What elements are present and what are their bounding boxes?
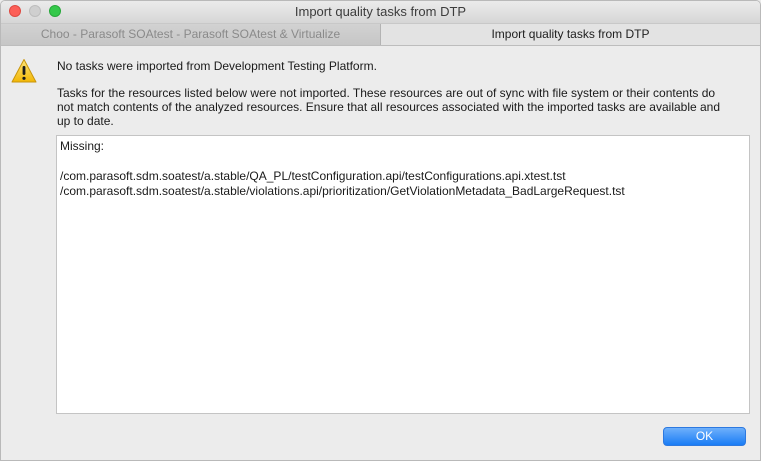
tab-import-quality-tasks[interactable]: Import quality tasks from DTP (381, 24, 760, 45)
missing-resource-path: /com.parasoft.sdm.soatest/a.stable/viola… (60, 184, 625, 198)
missing-label: Missing: (60, 139, 105, 153)
title-bar: Import quality tasks from DTP (1, 1, 760, 24)
missing-resource-path: /com.parasoft.sdm.soatest/a.stable/QA_PL… (60, 169, 566, 183)
dialog-details: Tasks for the resources listed below wer… (57, 86, 721, 128)
dialog-message: No tasks were imported from Development … (57, 59, 377, 73)
warning-icon (11, 59, 37, 83)
tab-soatest-workspace[interactable]: Choo - Parasoft SOAtest - Parasoft SOAte… (1, 24, 381, 45)
missing-resources-text-area[interactable]: Missing: /com.parasoft.sdm.soatest/a.sta… (56, 135, 750, 414)
dialog-window: Import quality tasks from DTP Choo - Par… (0, 0, 761, 461)
ok-button[interactable]: OK (663, 427, 746, 446)
tab-bar: Choo - Parasoft SOAtest - Parasoft SOAte… (1, 24, 760, 46)
window-title: Import quality tasks from DTP (294, 4, 467, 19)
